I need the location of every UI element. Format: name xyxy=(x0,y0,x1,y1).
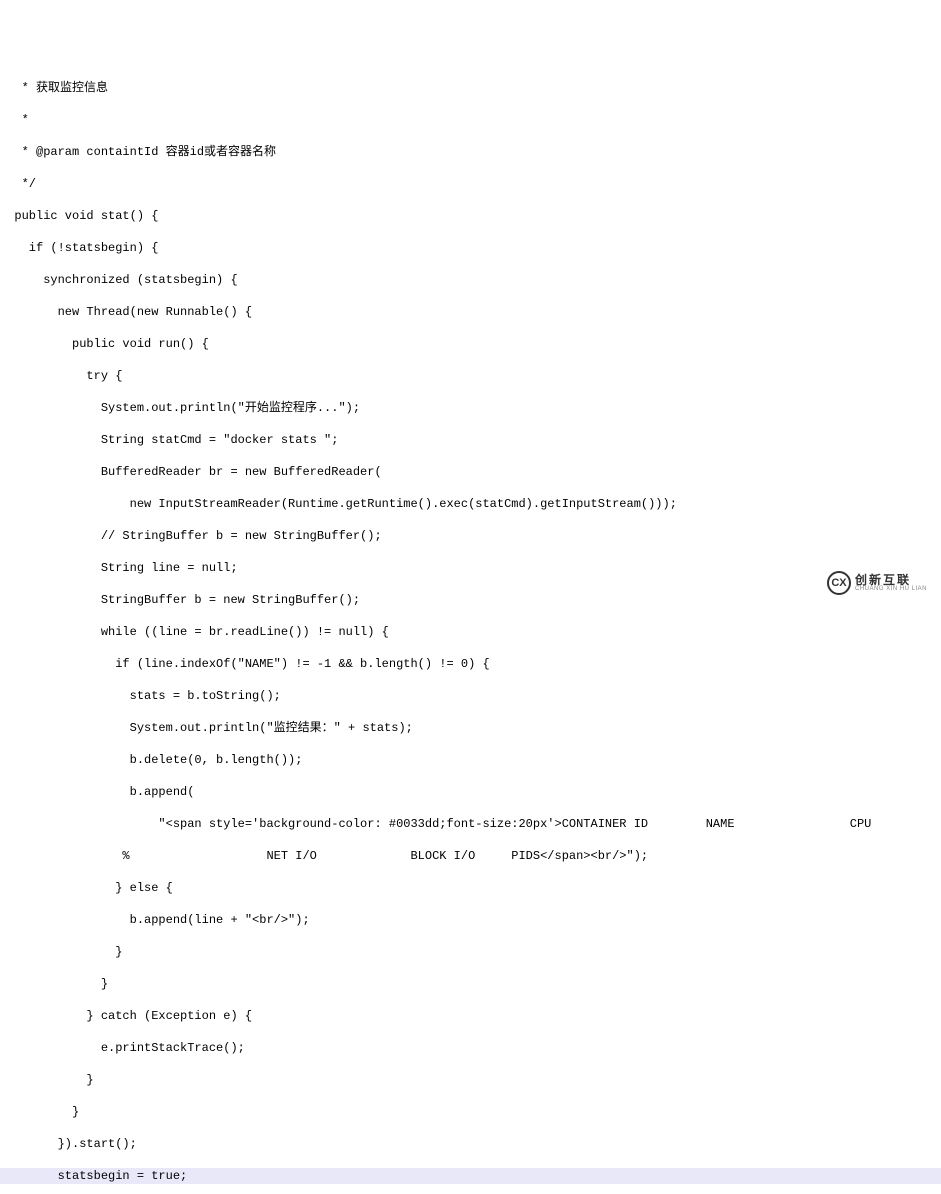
code-line: try { xyxy=(0,368,941,384)
logo-icon: CX xyxy=(827,571,851,595)
code-line: % NET I/O BLOCK I/O PIDS</span><br/>"); xyxy=(0,848,941,864)
code-line: new Thread(new Runnable() { xyxy=(0,304,941,320)
code-line: b.append(line + "<br/>"); xyxy=(0,912,941,928)
logo-en: CHUANG XIN HU LIAN xyxy=(855,586,927,592)
logo-cn: 创新互联 xyxy=(855,574,927,586)
code-line: public void stat() { xyxy=(0,208,941,224)
code-line: String statCmd = "docker stats "; xyxy=(0,432,941,448)
code-line: new InputStreamReader(Runtime.getRuntime… xyxy=(0,496,941,512)
code-line: stats = b.toString(); xyxy=(0,688,941,704)
code-line: // StringBuffer b = new StringBuffer(); xyxy=(0,528,941,544)
code-line: while ((line = br.readLine()) != null) { xyxy=(0,624,941,640)
code-line: * @param containtId 容器id或者容器名称 xyxy=(0,144,941,160)
code-line: synchronized (statsbegin) { xyxy=(0,272,941,288)
watermark-logo: CX 创新互联 CHUANG XIN HU LIAN xyxy=(827,569,937,597)
code-line: * 获取监控信息 xyxy=(0,80,941,96)
code-line: b.delete(0, b.length()); xyxy=(0,752,941,768)
code-line: b.append( xyxy=(0,784,941,800)
code-line: if (line.indexOf("NAME") != -1 && b.leng… xyxy=(0,656,941,672)
code-line: System.out.println("监控结果：" + stats); xyxy=(0,720,941,736)
code-line-highlighted: statsbegin = true; xyxy=(0,1168,941,1184)
code-line: if (!statsbegin) { xyxy=(0,240,941,256)
code-line: * xyxy=(0,112,941,128)
code-line: public void run() { xyxy=(0,336,941,352)
code-line: String line = null; xyxy=(0,560,941,576)
code-line: */ xyxy=(0,176,941,192)
code-line: "<span style='background-color: #0033dd;… xyxy=(0,816,941,832)
code-block: * 获取监控信息 * * @param containtId 容器id或者容器名… xyxy=(0,64,941,1194)
code-line: BufferedReader br = new BufferedReader( xyxy=(0,464,941,480)
code-line: StringBuffer b = new StringBuffer(); xyxy=(0,592,941,608)
code-line: e.printStackTrace(); xyxy=(0,1040,941,1056)
code-line: }).start(); xyxy=(0,1136,941,1152)
code-line: } xyxy=(0,944,941,960)
code-line: } xyxy=(0,1104,941,1120)
logo-text: 创新互联 CHUANG XIN HU LIAN xyxy=(855,574,927,592)
code-line: } catch (Exception e) { xyxy=(0,1008,941,1024)
code-line: } xyxy=(0,976,941,992)
code-line: System.out.println("开始监控程序..."); xyxy=(0,400,941,416)
code-line: } else { xyxy=(0,880,941,896)
code-line: } xyxy=(0,1072,941,1088)
